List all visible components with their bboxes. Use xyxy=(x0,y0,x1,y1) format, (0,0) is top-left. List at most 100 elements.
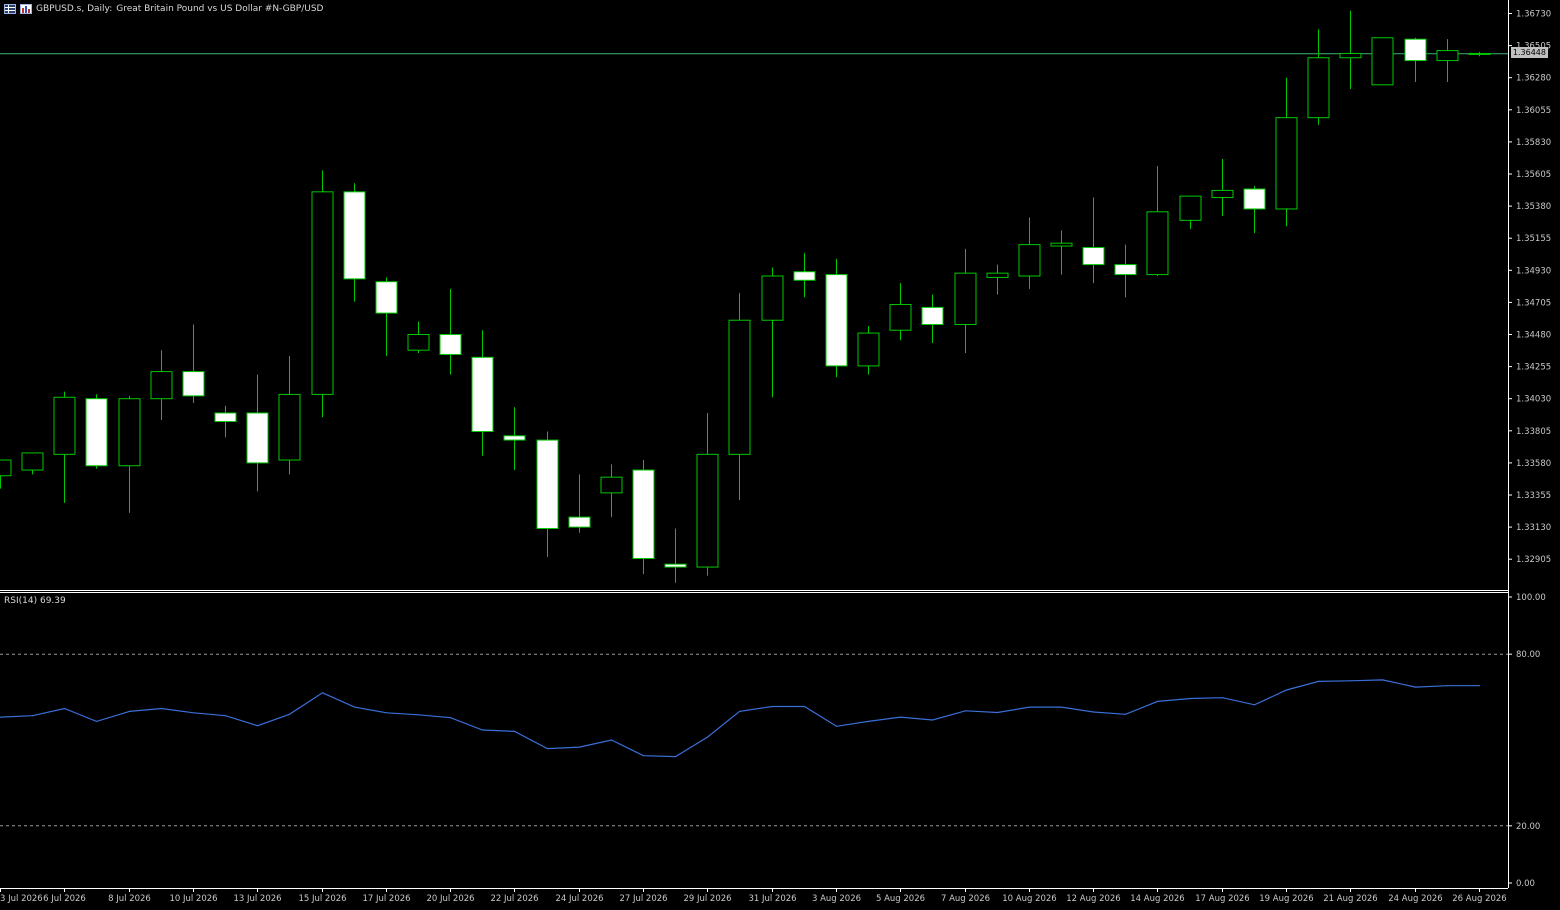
date-tick-label: 14 Aug 2026 xyxy=(1130,894,1184,904)
date-tick-label: 20 Jul 2026 xyxy=(426,894,474,904)
date-tick-label: 26 Aug 2026 xyxy=(1452,894,1506,904)
candle xyxy=(1436,39,1459,82)
rsi-point xyxy=(738,710,741,713)
price-tick-label: 1.35605 xyxy=(1516,170,1551,180)
candle xyxy=(728,293,751,500)
bar-chart-icon[interactable] xyxy=(20,4,32,14)
rsi-tick-label: 80.00 xyxy=(1516,650,1540,660)
price-tick-label: 1.34030 xyxy=(1516,395,1551,405)
rsi-point xyxy=(996,711,999,714)
date-tick-label: 6 Jul 2026 xyxy=(43,894,86,904)
candle xyxy=(1275,77,1298,227)
rsi-point xyxy=(931,719,934,721)
rsi-label: RSI(14) xyxy=(4,596,38,606)
rsi-point xyxy=(578,746,581,748)
candle xyxy=(696,412,719,576)
candle-body xyxy=(728,319,751,455)
price-tick-label: 1.36055 xyxy=(1516,106,1551,116)
candle-body xyxy=(793,271,816,281)
candle-body xyxy=(503,435,526,441)
candle-body xyxy=(439,334,462,355)
candle xyxy=(921,294,944,344)
price-tick-label: 1.35830 xyxy=(1516,138,1551,148)
candle-body xyxy=(1082,246,1105,266)
rsi-point xyxy=(256,725,259,727)
candle-body xyxy=(118,398,141,467)
candle xyxy=(407,321,430,354)
rsi-point xyxy=(1221,697,1224,699)
candle xyxy=(278,355,301,475)
candle-body xyxy=(536,439,559,530)
rsi-header: RSI(14) 69.39 xyxy=(4,596,66,606)
price-tick-label: 1.33355 xyxy=(1516,491,1551,501)
candle xyxy=(793,253,816,298)
price-chart[interactable]: 1.367301.365051.362801.360551.358301.356… xyxy=(0,0,1560,910)
rsi-point xyxy=(1189,697,1192,700)
candle-body xyxy=(1018,244,1041,277)
rsi-point xyxy=(31,715,34,717)
candle-body xyxy=(1404,38,1427,62)
date-tick-label: 15 Jul 2026 xyxy=(298,894,346,904)
rsi-point xyxy=(385,712,388,714)
menu-grid-icon[interactable] xyxy=(4,4,16,14)
date-tick-label: 8 Jul 2026 xyxy=(108,894,151,904)
chart-symbol: GBPUSD.s, Daily: xyxy=(36,4,113,14)
candle-body xyxy=(278,393,301,461)
date-tick-label: 27 Jul 2026 xyxy=(619,894,667,904)
candle xyxy=(536,431,559,558)
candle-body xyxy=(1050,242,1073,247)
candle xyxy=(53,391,76,503)
date-tick-label: 3 Jul 2026 xyxy=(0,894,43,904)
candle xyxy=(986,264,1009,295)
rsi-point xyxy=(835,725,838,727)
rsi-point xyxy=(899,716,902,718)
date-tick-label: 19 Aug 2026 xyxy=(1259,894,1313,904)
candle-body xyxy=(921,306,944,326)
candle xyxy=(857,325,880,375)
candle-body xyxy=(761,275,784,321)
candle-body xyxy=(1146,211,1169,276)
candle xyxy=(632,460,655,575)
candle-body xyxy=(600,476,623,494)
candle-body xyxy=(568,516,591,528)
candle-body xyxy=(375,281,398,314)
price-tick-label: 1.35155 xyxy=(1516,234,1551,244)
candle-body xyxy=(311,191,334,395)
candle xyxy=(1179,195,1202,229)
candle-body xyxy=(954,272,977,326)
candle xyxy=(761,267,784,398)
rsi-point xyxy=(1092,711,1095,713)
rsi-tick-label: 0.00 xyxy=(1516,879,1535,889)
candle-body xyxy=(85,398,108,467)
date-tick-label: 10 Aug 2026 xyxy=(1002,894,1056,904)
price-tick-label: 1.33580 xyxy=(1516,459,1551,469)
rsi-point xyxy=(321,692,324,694)
candle-body xyxy=(471,356,494,433)
candle xyxy=(150,350,173,421)
candle xyxy=(214,405,237,438)
axes-group: 1.367301.365051.362801.360551.358301.356… xyxy=(0,0,1551,904)
candle xyxy=(889,283,912,341)
candle xyxy=(1114,244,1137,298)
rsi-point xyxy=(1414,686,1417,688)
candle-body xyxy=(53,396,76,455)
date-tick-label: 22 Jul 2026 xyxy=(490,894,538,904)
candle xyxy=(1211,159,1234,217)
candle xyxy=(21,452,44,475)
date-tick-label: 17 Jul 2026 xyxy=(362,894,410,904)
candle-body xyxy=(825,274,848,367)
rsi-point xyxy=(771,705,774,708)
price-tick-label: 1.36730 xyxy=(1516,10,1551,20)
date-tick-label: 31 Jul 2026 xyxy=(748,894,796,904)
candle-body xyxy=(632,469,655,559)
date-tick-label: 5 Aug 2026 xyxy=(876,894,925,904)
candle xyxy=(954,248,977,354)
chart-window[interactable]: 1.367301.365051.362801.360551.358301.356… xyxy=(0,0,1560,910)
price-tick-label: 1.33805 xyxy=(1516,427,1551,437)
candle-body xyxy=(1307,57,1330,119)
rsi-point xyxy=(1060,706,1063,708)
candle xyxy=(1018,217,1041,289)
rsi-point xyxy=(417,714,420,716)
rsi-point xyxy=(1446,685,1449,687)
rsi-point xyxy=(192,712,195,714)
